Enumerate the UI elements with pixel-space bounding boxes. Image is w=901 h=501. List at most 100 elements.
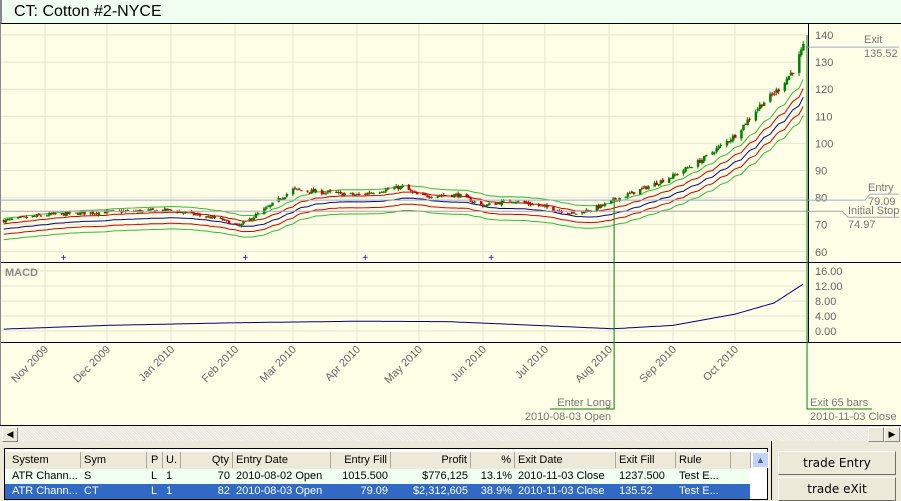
candle-up bbox=[384, 189, 388, 192]
candle-down bbox=[426, 195, 429, 197]
candle-up bbox=[717, 146, 720, 149]
scroll-right-icon[interactable]: ▶ bbox=[884, 427, 900, 442]
candle-up bbox=[574, 213, 578, 215]
candle-up bbox=[488, 203, 491, 205]
candle-up bbox=[382, 191, 386, 193]
signal-marker-icon: + bbox=[61, 253, 67, 264]
candle-up bbox=[291, 188, 295, 195]
candle-up bbox=[515, 202, 518, 204]
candle-up bbox=[713, 152, 716, 154]
signal-marker-icon: + bbox=[242, 253, 248, 264]
column-header-position[interactable]: P bbox=[148, 452, 163, 468]
column-header-exit-fill[interactable]: Exit Fill bbox=[616, 452, 676, 468]
candle-down bbox=[83, 211, 86, 215]
candle-down bbox=[39, 215, 43, 217]
column-header-system[interactable]: System bbox=[9, 452, 81, 468]
cell-percent: 38.9% bbox=[480, 485, 512, 497]
exit-value: 135.52 bbox=[864, 48, 898, 60]
candle-down bbox=[198, 214, 202, 216]
candle-down bbox=[661, 179, 665, 183]
candle-up bbox=[754, 111, 758, 121]
cell-exit-fill: 1237.500 bbox=[619, 470, 665, 482]
price-chart: 60 70 80 90 100 110 120 130 140 16.00 12.00 8.00 4.0… bbox=[0, 24, 901, 425]
cell-entry-fill: 79.09 bbox=[360, 485, 388, 497]
candle-up bbox=[624, 196, 628, 198]
macd-tick-label: 0.00 bbox=[815, 326, 836, 338]
trade-entry-button[interactable]: trade Entry bbox=[778, 451, 896, 475]
candle-up bbox=[802, 43, 805, 51]
trade-exit-button[interactable]: trade eXit bbox=[778, 477, 896, 501]
cell-rule: Test E... bbox=[679, 485, 719, 497]
column-header-entry-fill[interactable]: Entry Fill bbox=[331, 452, 391, 468]
price-tick-label: 120 bbox=[815, 84, 833, 96]
cell-position: L bbox=[151, 470, 158, 482]
exit-bars-label: Exit 65 bars bbox=[810, 397, 869, 409]
table-header: System Sym P U. Qty Entry Date Entry Fill Profi… bbox=[5, 452, 751, 469]
candle-down bbox=[409, 189, 413, 191]
column-header-entry-date[interactable]: Entry Date bbox=[233, 452, 331, 468]
scroll-thumb[interactable] bbox=[868, 427, 884, 442]
trades-table: System Sym P U. Qty Entry Date Entry Fill Profi… bbox=[4, 448, 769, 500]
scroll-left-icon[interactable]: ◀ bbox=[2, 427, 18, 442]
table-row[interactable]: ATR Chann... S L 1 70 2010-08-02 Open 1015.500… bbox=[5, 469, 750, 484]
chart-title: CT: Cotton #2-NYCE bbox=[14, 3, 162, 20]
column-header-qty[interactable]: Qty bbox=[181, 452, 233, 468]
candle-down bbox=[777, 89, 780, 92]
entry-label: Entry bbox=[868, 182, 894, 194]
candle-down bbox=[298, 188, 301, 190]
initial-stop-label: Initial Stop bbox=[848, 205, 899, 217]
cell-percent: 13.1% bbox=[480, 470, 512, 482]
table-row-selected[interactable]: ATR Chann... CT L 1 82 2010-08-03 Open 79.09 $2… bbox=[5, 484, 750, 499]
candle-down bbox=[293, 187, 297, 189]
candle-down bbox=[424, 193, 427, 195]
candle-down bbox=[572, 212, 576, 214]
price-tick-label: 80 bbox=[815, 193, 827, 205]
candle-down bbox=[170, 209, 173, 211]
candle-down bbox=[329, 190, 332, 192]
column-header-rule[interactable]: Rule bbox=[676, 452, 731, 468]
candle-down bbox=[407, 184, 411, 190]
cell-units: 1 bbox=[166, 485, 173, 497]
cell-sym: S bbox=[84, 470, 92, 482]
price-tick-label: 130 bbox=[815, 57, 833, 69]
candle-up bbox=[517, 200, 520, 202]
candle-up bbox=[265, 207, 268, 209]
price-tick-label: 140 bbox=[815, 30, 833, 42]
candle-up bbox=[372, 193, 375, 195]
horizontal-scrollbar[interactable]: ◀ ▶ bbox=[0, 425, 901, 442]
macd-tick-label: 4.00 bbox=[815, 311, 836, 323]
column-header-sym[interactable]: Sym bbox=[81, 452, 147, 468]
candle-up bbox=[256, 213, 260, 215]
candle-up bbox=[798, 54, 801, 73]
candle-up bbox=[46, 215, 49, 217]
candle-down bbox=[151, 208, 154, 210]
column-header-percent[interactable]: % bbox=[471, 452, 515, 468]
enter-long-date: 2010-08-03 Open bbox=[525, 411, 611, 423]
candle-down bbox=[180, 211, 183, 213]
price-tick-label: 110 bbox=[815, 111, 833, 123]
candle-up bbox=[500, 200, 504, 206]
candle-up bbox=[254, 214, 258, 218]
candle-up bbox=[343, 193, 347, 195]
enter-long-label: Enter Long bbox=[557, 397, 611, 409]
column-header-profit[interactable]: Profit bbox=[391, 452, 471, 468]
column-header-exit-date[interactable]: Exit Date bbox=[515, 452, 616, 468]
exit-label: Exit bbox=[864, 34, 882, 46]
initial-stop-value: 74.97 bbox=[848, 219, 876, 231]
candle-up bbox=[68, 212, 72, 214]
candle-down bbox=[415, 192, 419, 195]
candle-up bbox=[240, 223, 243, 227]
cell-qty: 70 bbox=[217, 470, 230, 482]
cell-entry-date: 2010-08-03 Open bbox=[236, 485, 323, 497]
macd-tick-label: 12.00 bbox=[815, 281, 843, 293]
candle-up bbox=[740, 130, 743, 139]
candle-up bbox=[800, 49, 803, 56]
candle-down bbox=[546, 204, 549, 208]
candle-down bbox=[25, 216, 28, 218]
column-header-units[interactable]: U. bbox=[163, 452, 181, 468]
candle-up bbox=[459, 194, 462, 198]
column-header-blank bbox=[731, 452, 751, 468]
scroll-up-icon[interactable]: ▲ bbox=[752, 452, 769, 468]
candle-down bbox=[641, 188, 644, 190]
signal-marker-icon: + bbox=[488, 253, 494, 264]
